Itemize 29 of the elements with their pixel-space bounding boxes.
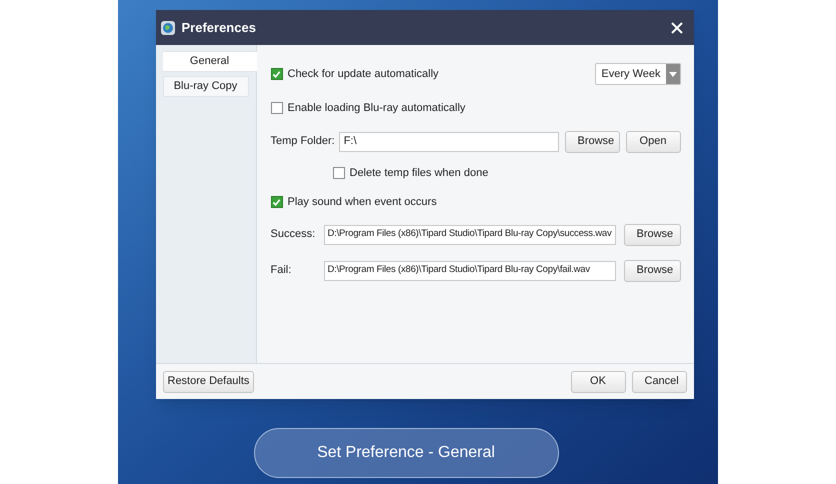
- open-button[interactable]: Open: [626, 130, 680, 152]
- sidebar-tab[interactable]: Blu-ray Copy: [162, 76, 248, 97]
- cancel-button[interactable]: Cancel: [632, 370, 686, 392]
- field-label: Temp Folder:: [270, 134, 335, 150]
- checkbox[interactable]: [270, 196, 282, 208]
- checkbox[interactable]: [332, 166, 344, 179]
- input-field[interactable]: D:\Program Files (x86)\Tipard Studio\Tipard Blu-ray Copy\success.wav: [324, 224, 616, 244]
- checkbox-label: Check for update automatically: [288, 66, 439, 82]
- browse-button[interactable]: Browse: [624, 224, 680, 246]
- input-field[interactable]: F:\: [338, 132, 558, 152]
- restore-defaults-button[interactable]: Restore Defaults: [162, 370, 254, 392]
- input-field[interactable]: D:\Program Files (x86)\Tipard Studio\Tipard Blu-ray Copy\fail.wav: [324, 260, 616, 280]
- sidebar-tab[interactable]: General: [162, 51, 256, 72]
- caret-icon: [666, 64, 680, 84]
- checkbox-label: Delete temp files when done: [350, 166, 488, 180]
- frequency-dropdown[interactable]: Every Week: [595, 63, 680, 85]
- browse-button[interactable]: Browse: [624, 260, 680, 282]
- checkbox[interactable]: [270, 68, 282, 80]
- globe-icon: [160, 20, 174, 34]
- checkbox-label: Play sound when event occurs: [288, 195, 437, 210]
- ok-button[interactable]: OK: [570, 370, 626, 392]
- window-title: Preferences: [182, 18, 256, 37]
- caption-banner: Set Preference - General: [254, 428, 558, 478]
- checkbox-label: Enable loading Blu-ray automatically: [288, 101, 466, 116]
- field-label: Success:: [270, 227, 316, 242]
- field-label: Fail:: [270, 263, 292, 278]
- close-icon[interactable]: [670, 22, 682, 34]
- checkbox[interactable]: [270, 102, 282, 114]
- browse-button[interactable]: Browse: [564, 130, 620, 152]
